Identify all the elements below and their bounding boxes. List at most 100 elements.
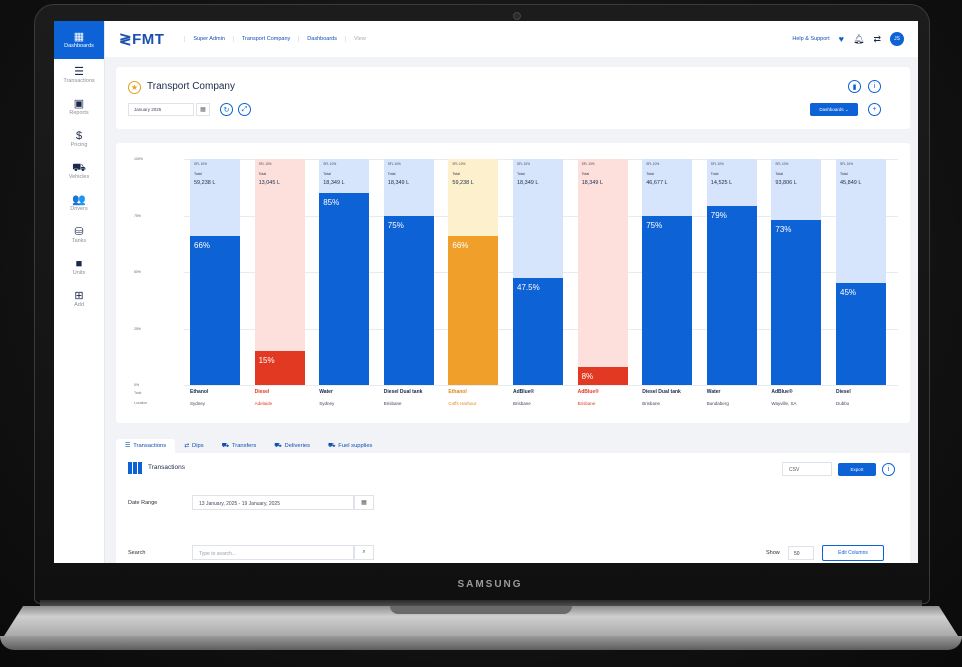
row-label: Location [134, 401, 148, 405]
sidebar-item-units[interactable]: ■ Units [54, 251, 104, 283]
sidebar-item-add[interactable]: ⊞ Add [54, 283, 104, 315]
search-input[interactable]: Type to search... [192, 545, 354, 560]
tab-dips[interactable]: ⇄ Dips [175, 439, 212, 454]
delete-icon[interactable]: ▮ [848, 80, 861, 93]
month-picker[interactable]: January 2025 [128, 103, 194, 116]
info-icon[interactable]: i [882, 463, 895, 476]
tank-bar[interactable]: SFL 10% Total 18,349 L 85% [319, 159, 370, 385]
tab-fuel-supplies[interactable]: ⛟ Fuel supplies [319, 439, 381, 454]
tab-deliveries[interactable]: ⛟ Deliveries [265, 439, 319, 454]
tank-total-label: Total [775, 172, 783, 176]
date-range-field[interactable]: 13 January, 2025 - 19 January, 2025 [192, 495, 354, 510]
tank-fuel-type: Water [319, 389, 333, 395]
tank-safe-level: SFL 10% [194, 162, 207, 166]
chart-bar-icon: ▦ [73, 31, 85, 43]
tank-bar[interactable]: SFL 10% Total 13,045 L 15% [254, 159, 305, 385]
format-select[interactable]: CSV [782, 462, 832, 476]
dashboards-dropdown-button[interactable]: Dashboards ⌄ [810, 103, 858, 116]
expand-icon[interactable]: ⤢ [238, 103, 251, 116]
app-logo[interactable]: ≷FMT [119, 30, 164, 48]
page-size-select[interactable]: 50 [788, 546, 814, 560]
star-icon[interactable]: ★ [128, 81, 141, 94]
tank-total-value: 18,349 L [581, 180, 604, 186]
tank-total-value: 18,349 L [387, 180, 410, 186]
sidebar-item-vehicles[interactable]: ⛟ Vehicles [54, 155, 104, 187]
tank-fuel-type: AdBlue® [577, 389, 599, 395]
swap-icon[interactable]: ⇄ [873, 34, 881, 45]
tab-transactions[interactable]: ☰ Transactions [116, 439, 176, 454]
tank-percent: 79% [710, 211, 727, 221]
tank-bar[interactable]: SFL 10% Total 46,677 L 75% [642, 159, 693, 385]
tank-location: Brisbane [383, 401, 402, 406]
list-icon: ☰ [125, 443, 131, 449]
tank-safe-level: SFL 10% [646, 162, 660, 166]
users-icon: 👥 [72, 194, 86, 206]
search-icon[interactable]: ⌕ [354, 545, 374, 560]
breadcrumb-company[interactable]: Transport Company [232, 36, 298, 42]
tank-safe-level: SFL 10% [258, 162, 272, 166]
sidebar-item-reports[interactable]: ▣ Reports [54, 91, 104, 123]
car-icon: ⛟ [72, 162, 86, 174]
sidebar-item-label: Tanks [71, 238, 87, 244]
table-icon [128, 462, 142, 474]
tab-transfers[interactable]: ⛟ Transfers [213, 439, 266, 454]
tank-total-value: 93,806 L [775, 180, 797, 186]
calendar-icon[interactable]: ▦ [196, 103, 210, 116]
tank-bar[interactable]: SFL 10% Total 14,525 L 79% [706, 159, 757, 385]
tank-bar[interactable]: SFL 10% Total 93,806 L 73% [771, 159, 822, 385]
tank-location: Brisbane [642, 401, 660, 406]
tank-safe-level: SFL 10% [323, 162, 337, 166]
truck-icon: ⛟ [221, 443, 229, 449]
export-button[interactable]: Export [838, 463, 876, 476]
sidebar-item-transactions[interactable]: ☰ Transactions [54, 59, 104, 91]
edit-columns-button[interactable]: Edit Columns [822, 545, 884, 561]
truck-icon: ⛟ [274, 443, 282, 449]
transactions-panel: Transactions CSV Export i Date Range 13 … [116, 453, 910, 563]
sidebar-item-label: Transactions [63, 78, 95, 84]
tank-bar[interactable]: SFL 10% Total 45,849 L 45% [836, 159, 886, 385]
tank-fill [513, 277, 563, 385]
sidebar-item-tanks[interactable]: ⛁ Tanks [54, 219, 104, 251]
truck-icon: ⛟ [327, 443, 336, 449]
tank-total-label: Total [646, 172, 654, 176]
sidebar-item-drivers[interactable]: 👥 Drivers [54, 187, 104, 219]
help-support-link[interactable]: Help & Support [792, 36, 829, 42]
avatar[interactable]: JS [890, 32, 904, 46]
tank-fuel-type: Diesel [836, 389, 851, 395]
tank-total-label: Total [840, 172, 848, 176]
heart-icon[interactable]: ♥ [839, 34, 844, 44]
bell-icon[interactable]: 🔔︎ [853, 34, 864, 45]
sidebar-item-pricing[interactable]: $ Pricing [54, 123, 104, 155]
breadcrumb-super-admin[interactable]: Super Admin [184, 36, 233, 42]
y-axis-tick: 0% [134, 383, 140, 387]
tank-bar[interactable]: SFL 10% Total 18,349 L 8% [577, 159, 628, 385]
tank-safe-level: SFL 10% [710, 162, 724, 166]
row-label: Tank [134, 391, 142, 395]
tank-bar[interactable]: SFL 10% Total 18,349 L 47.5% [513, 159, 563, 385]
tank-percent: 75% [387, 220, 404, 230]
tank-total-label: Total [581, 172, 590, 176]
square-icon: ■ [75, 258, 83, 270]
tank-location: Brisbane [513, 401, 531, 406]
tab-label: Transactions [133, 443, 167, 449]
tank-empty-space [642, 159, 693, 216]
tank-bar[interactable]: SFL 10% Total 59,238 L 66% [190, 159, 240, 385]
calendar-icon[interactable]: ▦ [354, 495, 374, 510]
refresh-icon[interactable]: ↻ [220, 103, 233, 116]
tank-fill [836, 283, 886, 385]
tab-label: Fuel supplies [338, 443, 373, 449]
info-icon[interactable]: i [868, 80, 881, 93]
sidebar-item-dashboards[interactable]: ▦ Dashboards [54, 21, 104, 59]
tank-percent: 66% [452, 240, 469, 250]
breadcrumb-dashboards[interactable]: Dashboards [298, 36, 345, 42]
tank-bar[interactable]: SFL 10% Total 18,349 L 75% [383, 159, 434, 385]
tank-levels-chart: 100% 75% 50% 25% 0% Tank Location SFL 10% Total 5… [116, 143, 910, 423]
tank-bar[interactable]: SFL 10% Total 59,238 L 66% [448, 159, 499, 385]
sidebar-item-label: Add [74, 302, 84, 308]
tank-location: Dubbo [836, 401, 850, 406]
tank-total-value: 59,238 L [194, 180, 216, 186]
add-icon[interactable]: + [868, 103, 881, 116]
tank-total-value: 45,849 L [840, 180, 862, 186]
tank-fuel-type: Diesel [254, 389, 270, 395]
tab-label: Deliveries [284, 443, 310, 449]
